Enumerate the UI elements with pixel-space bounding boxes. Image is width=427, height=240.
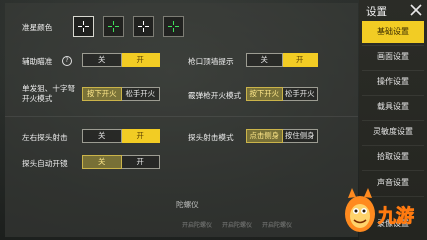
sniper-fire-toggle: 按下开火 松手开火 — [82, 87, 160, 101]
gyro-option-2: 开启陀螺仪 — [222, 222, 253, 229]
peek-scope-toggle: 关 开 — [82, 155, 160, 169]
sniper-fire-label-2: 开火模式 — [22, 94, 53, 103]
shotgun-fire-label: 霰弹枪开火模式 — [188, 91, 242, 100]
crosshair-icon — [138, 21, 149, 32]
peek-mode-hold[interactable]: 按住侧身 — [282, 129, 318, 143]
muzzle-hint-off[interactable]: 关 — [246, 53, 283, 67]
crosshair-icon — [168, 21, 179, 32]
help-icon[interactable]: ? — [62, 56, 72, 66]
sniper-press-fire[interactable]: 按下开火 — [82, 87, 122, 101]
muzzle-hint-on[interactable]: 开 — [282, 53, 318, 67]
aim-assist-off[interactable]: 关 — [82, 53, 122, 67]
peek-mode-toggle: 点击侧身 按住侧身 — [246, 129, 318, 143]
sidebar-title: 设置 — [366, 6, 387, 18]
sidebar-item-sensitivity[interactable]: 灵敏度设置 — [362, 121, 424, 143]
crosshair-swatch-4[interactable] — [163, 16, 184, 37]
sidebar-item-graphics[interactable]: 画面设置 — [362, 46, 424, 68]
peek-scope-off[interactable]: 关 — [82, 155, 122, 169]
sidebar-item-pickup[interactable]: 拾取设置 — [362, 146, 424, 168]
crosshair-swatch-3[interactable] — [133, 16, 154, 37]
peek-mode-label: 探头射击模式 — [188, 133, 234, 142]
sidebar-item-basic[interactable]: 基础设置 — [362, 21, 424, 43]
shotgun-release-fire[interactable]: 松手开火 — [282, 87, 318, 101]
gyro-label: 陀螺仪 — [176, 200, 199, 209]
peek-fire-off[interactable]: 关 — [82, 129, 122, 143]
svg-text:九游: 九游 — [377, 205, 414, 227]
shotgun-press-fire[interactable]: 按下开火 — [246, 87, 283, 101]
close-icon[interactable] — [409, 3, 423, 17]
aim-assist-label: 辅助瞄准 — [22, 57, 53, 66]
muzzle-hint-label: 枪口顶墙提示 — [188, 57, 234, 66]
peek-fire-label: 左右探头射击 — [22, 133, 68, 142]
crosshair-swatch-1[interactable] — [73, 16, 94, 37]
sidebar-item-vehicle[interactable]: 载具设置 — [362, 96, 424, 118]
jiuyou-logo: 九游 — [345, 188, 414, 232]
aim-assist-on[interactable]: 开 — [121, 53, 160, 67]
shotgun-fire-toggle: 按下开火 松手开火 — [246, 87, 318, 101]
sidebar-item-controls[interactable]: 操作设置 — [362, 71, 424, 93]
peek-scope-on[interactable]: 开 — [121, 155, 160, 169]
peek-fire-toggle: 关 开 — [82, 129, 160, 143]
gyro-option-1: 开启陀螺仪 — [182, 222, 213, 229]
sniper-release-fire[interactable]: 松手开火 — [121, 87, 160, 101]
crosshair-color-label: 准星颜色 — [22, 23, 53, 32]
crosshair-icon — [108, 21, 119, 32]
peek-scope-label: 探头自动开镜 — [22, 159, 68, 168]
gyro-option-3: 开启陀螺仪 — [262, 222, 293, 229]
crosshair-icon — [78, 21, 89, 32]
muzzle-hint-toggle: 关 开 — [246, 53, 318, 67]
peek-fire-on[interactable]: 开 — [121, 129, 160, 143]
peek-mode-tap[interactable]: 点击侧身 — [246, 129, 283, 143]
crosshair-swatch-2[interactable] — [103, 16, 124, 37]
aim-assist-toggle: 关 开 — [82, 53, 160, 67]
section-divider — [5, 116, 358, 117]
sidebar-divider — [362, 170, 424, 171]
